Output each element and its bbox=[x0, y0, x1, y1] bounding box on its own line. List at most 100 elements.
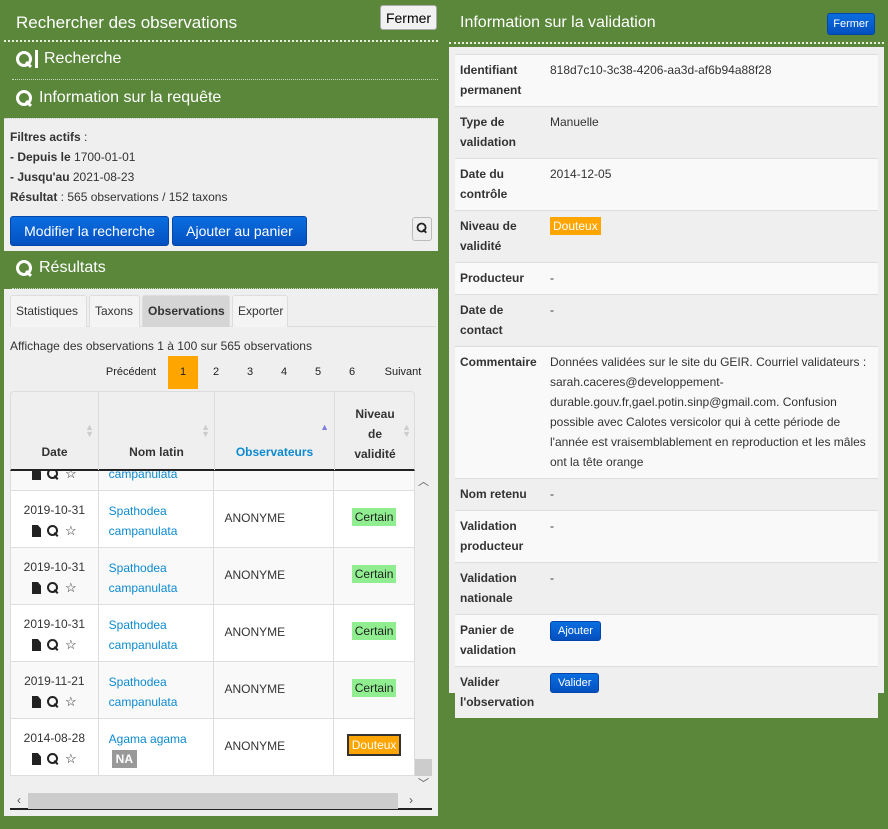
header-nom-latin[interactable]: Nom latin ▲ ▼ bbox=[99, 392, 215, 470]
field-value-cell: Valider bbox=[545, 666, 878, 718]
results-box: Statistiques Taxons Observations Exporte… bbox=[4, 289, 438, 816]
add-to-cart-button[interactable]: Ajouter au panier bbox=[172, 216, 307, 246]
cell-date: 2014-08-28 ☆ bbox=[10, 718, 99, 776]
page-1[interactable]: 1 bbox=[168, 356, 198, 389]
header-observateurs[interactable]: Observateurs ▲ bbox=[215, 392, 335, 470]
modify-search-button[interactable]: Modifier la recherche bbox=[10, 216, 169, 246]
cell-validity: Douteux bbox=[333, 718, 415, 776]
close-button[interactable]: Fermer bbox=[380, 5, 437, 30]
field-value: - bbox=[550, 271, 554, 285]
taxon-link[interactable]: Spathodea campanulata bbox=[109, 675, 178, 709]
search-icon bbox=[416, 222, 428, 233]
page-6[interactable]: 6 bbox=[338, 356, 366, 389]
taxon-link[interactable]: Spathodea campanulata bbox=[109, 618, 178, 652]
validation-row: Validation nationale - bbox=[455, 562, 878, 615]
cell-date: 2019-10-31 ☆ bbox=[10, 547, 99, 605]
scroll-up-icon[interactable]: ︿ bbox=[415, 473, 432, 489]
file-icon[interactable] bbox=[32, 753, 41, 765]
cell-name: Spathodea campanulata bbox=[97, 661, 215, 719]
sort-asc-icon: ▲ bbox=[320, 422, 329, 432]
field-value: Données validées sur le site du GEIR. Co… bbox=[550, 355, 867, 469]
search-icon[interactable] bbox=[47, 525, 59, 537]
field-value-cell: Manuelle bbox=[545, 106, 878, 159]
star-icon[interactable]: ☆ bbox=[65, 471, 77, 482]
validation-row: Date du contrôle 2014-12-05 bbox=[455, 158, 878, 211]
field-label: Valider l'observation bbox=[455, 666, 545, 718]
scroll-thumb[interactable] bbox=[415, 759, 432, 776]
section-title: Recherche bbox=[44, 50, 122, 67]
scroll-left-icon[interactable]: ‹ bbox=[10, 793, 28, 807]
field-value-cell: 2014-12-05 bbox=[545, 158, 878, 211]
search-icon[interactable] bbox=[47, 471, 59, 480]
cell-observer: ANONYME bbox=[213, 547, 335, 605]
validation-row: Nom retenu - bbox=[455, 478, 878, 511]
panel-title: Information sur la validation bbox=[460, 14, 656, 31]
page-3[interactable]: 3 bbox=[236, 356, 264, 389]
validity-badge: Douteux bbox=[550, 217, 601, 235]
tab-statistiques[interactable]: Statistiques bbox=[10, 295, 87, 327]
search-icon[interactable] bbox=[47, 582, 59, 594]
prev-page[interactable]: Précédent bbox=[100, 356, 162, 389]
file-icon[interactable] bbox=[32, 525, 41, 537]
taxon-link[interactable]: Spathodea campanulata bbox=[109, 504, 178, 538]
search-icon bbox=[15, 89, 33, 107]
valider-button[interactable]: Valider bbox=[550, 673, 600, 693]
section-title: Information sur la requête bbox=[39, 89, 222, 106]
validity-badge: Certain bbox=[351, 565, 397, 583]
validation-row: Validation producteur - bbox=[455, 510, 878, 563]
page-5[interactable]: 5 bbox=[304, 356, 332, 389]
tab-taxons[interactable]: Taxons bbox=[89, 295, 140, 327]
star-icon[interactable]: ☆ bbox=[65, 523, 77, 539]
field-value-cell: Données validées sur le site du GEIR. Co… bbox=[545, 346, 878, 479]
date: 2019-11-21 bbox=[24, 674, 85, 688]
vertical-scrollbar[interactable]: ︿ ﹀ bbox=[415, 471, 432, 793]
search-icon[interactable] bbox=[47, 753, 59, 765]
scroll-thumb[interactable] bbox=[28, 793, 398, 809]
header-date[interactable]: Date ▲ ▼ bbox=[11, 392, 99, 470]
search-icon[interactable] bbox=[47, 696, 59, 708]
table-row: ☆ Spathodea campanulata ANONYME Certain bbox=[10, 471, 415, 491]
validity-badge: Certain bbox=[351, 679, 397, 697]
star-icon[interactable]: ☆ bbox=[65, 580, 77, 596]
page-4[interactable]: 4 bbox=[270, 356, 298, 389]
filter-since: - Depuis le 1700-01-01 bbox=[10, 150, 136, 164]
close-button[interactable]: Fermer bbox=[827, 13, 875, 35]
taxon-link[interactable]: Agama agama bbox=[109, 732, 187, 746]
field-value: - bbox=[550, 571, 554, 585]
taxon-link[interactable]: Spathodea campanulata bbox=[109, 561, 178, 595]
tab-exporter[interactable]: Exporter bbox=[232, 295, 288, 327]
cell-name: Spathodea campanulata bbox=[97, 547, 215, 605]
zoom-search-button[interactable] bbox=[412, 217, 432, 241]
search-icon[interactable] bbox=[47, 639, 59, 651]
validity-badge: Certain bbox=[351, 508, 397, 526]
file-icon[interactable] bbox=[32, 471, 41, 480]
section-results[interactable]: Résultats bbox=[15, 259, 106, 277]
divider bbox=[449, 42, 884, 44]
cell-name: Spathodea campanulata bbox=[97, 604, 215, 662]
file-icon[interactable] bbox=[32, 582, 41, 594]
field-value-cell: Douteux bbox=[545, 210, 878, 263]
file-icon[interactable] bbox=[32, 639, 41, 651]
field-label: Validation nationale bbox=[455, 562, 545, 615]
scroll-right-icon[interactable]: › bbox=[402, 793, 420, 807]
horizontal-scrollbar[interactable]: ‹ › bbox=[10, 793, 432, 810]
header-validite[interactable]: Niveau de validité ▲ ▼ bbox=[335, 392, 415, 470]
next-page[interactable]: Suivant bbox=[378, 356, 428, 389]
section-search[interactable]: Recherche bbox=[15, 50, 121, 68]
field-value-cell: - bbox=[545, 478, 878, 511]
star-icon[interactable]: ☆ bbox=[65, 694, 77, 710]
validation-row: Commentaire Données validées sur le site … bbox=[455, 346, 878, 479]
star-icon[interactable]: ☆ bbox=[65, 751, 77, 767]
cell-observer: ANONYME bbox=[213, 661, 335, 719]
page-2[interactable]: 2 bbox=[202, 356, 230, 389]
section-query-info[interactable]: Information sur la requête bbox=[15, 89, 221, 107]
tab-observations[interactable]: Observations bbox=[142, 295, 230, 327]
validation-row: Valider l'observation Valider bbox=[455, 666, 878, 718]
cell-date: 2019-10-31 ☆ bbox=[10, 490, 99, 548]
scroll-down-icon[interactable]: ﹀ bbox=[415, 775, 432, 791]
file-icon[interactable] bbox=[32, 696, 41, 708]
taxon-link[interactable]: Spathodea campanulata bbox=[109, 471, 178, 481]
results-table: ☆ Spathodea campanulata ANONYME Certain2… bbox=[10, 471, 415, 793]
star-icon[interactable]: ☆ bbox=[65, 637, 77, 653]
ajouter-button[interactable]: Ajouter bbox=[550, 621, 601, 641]
